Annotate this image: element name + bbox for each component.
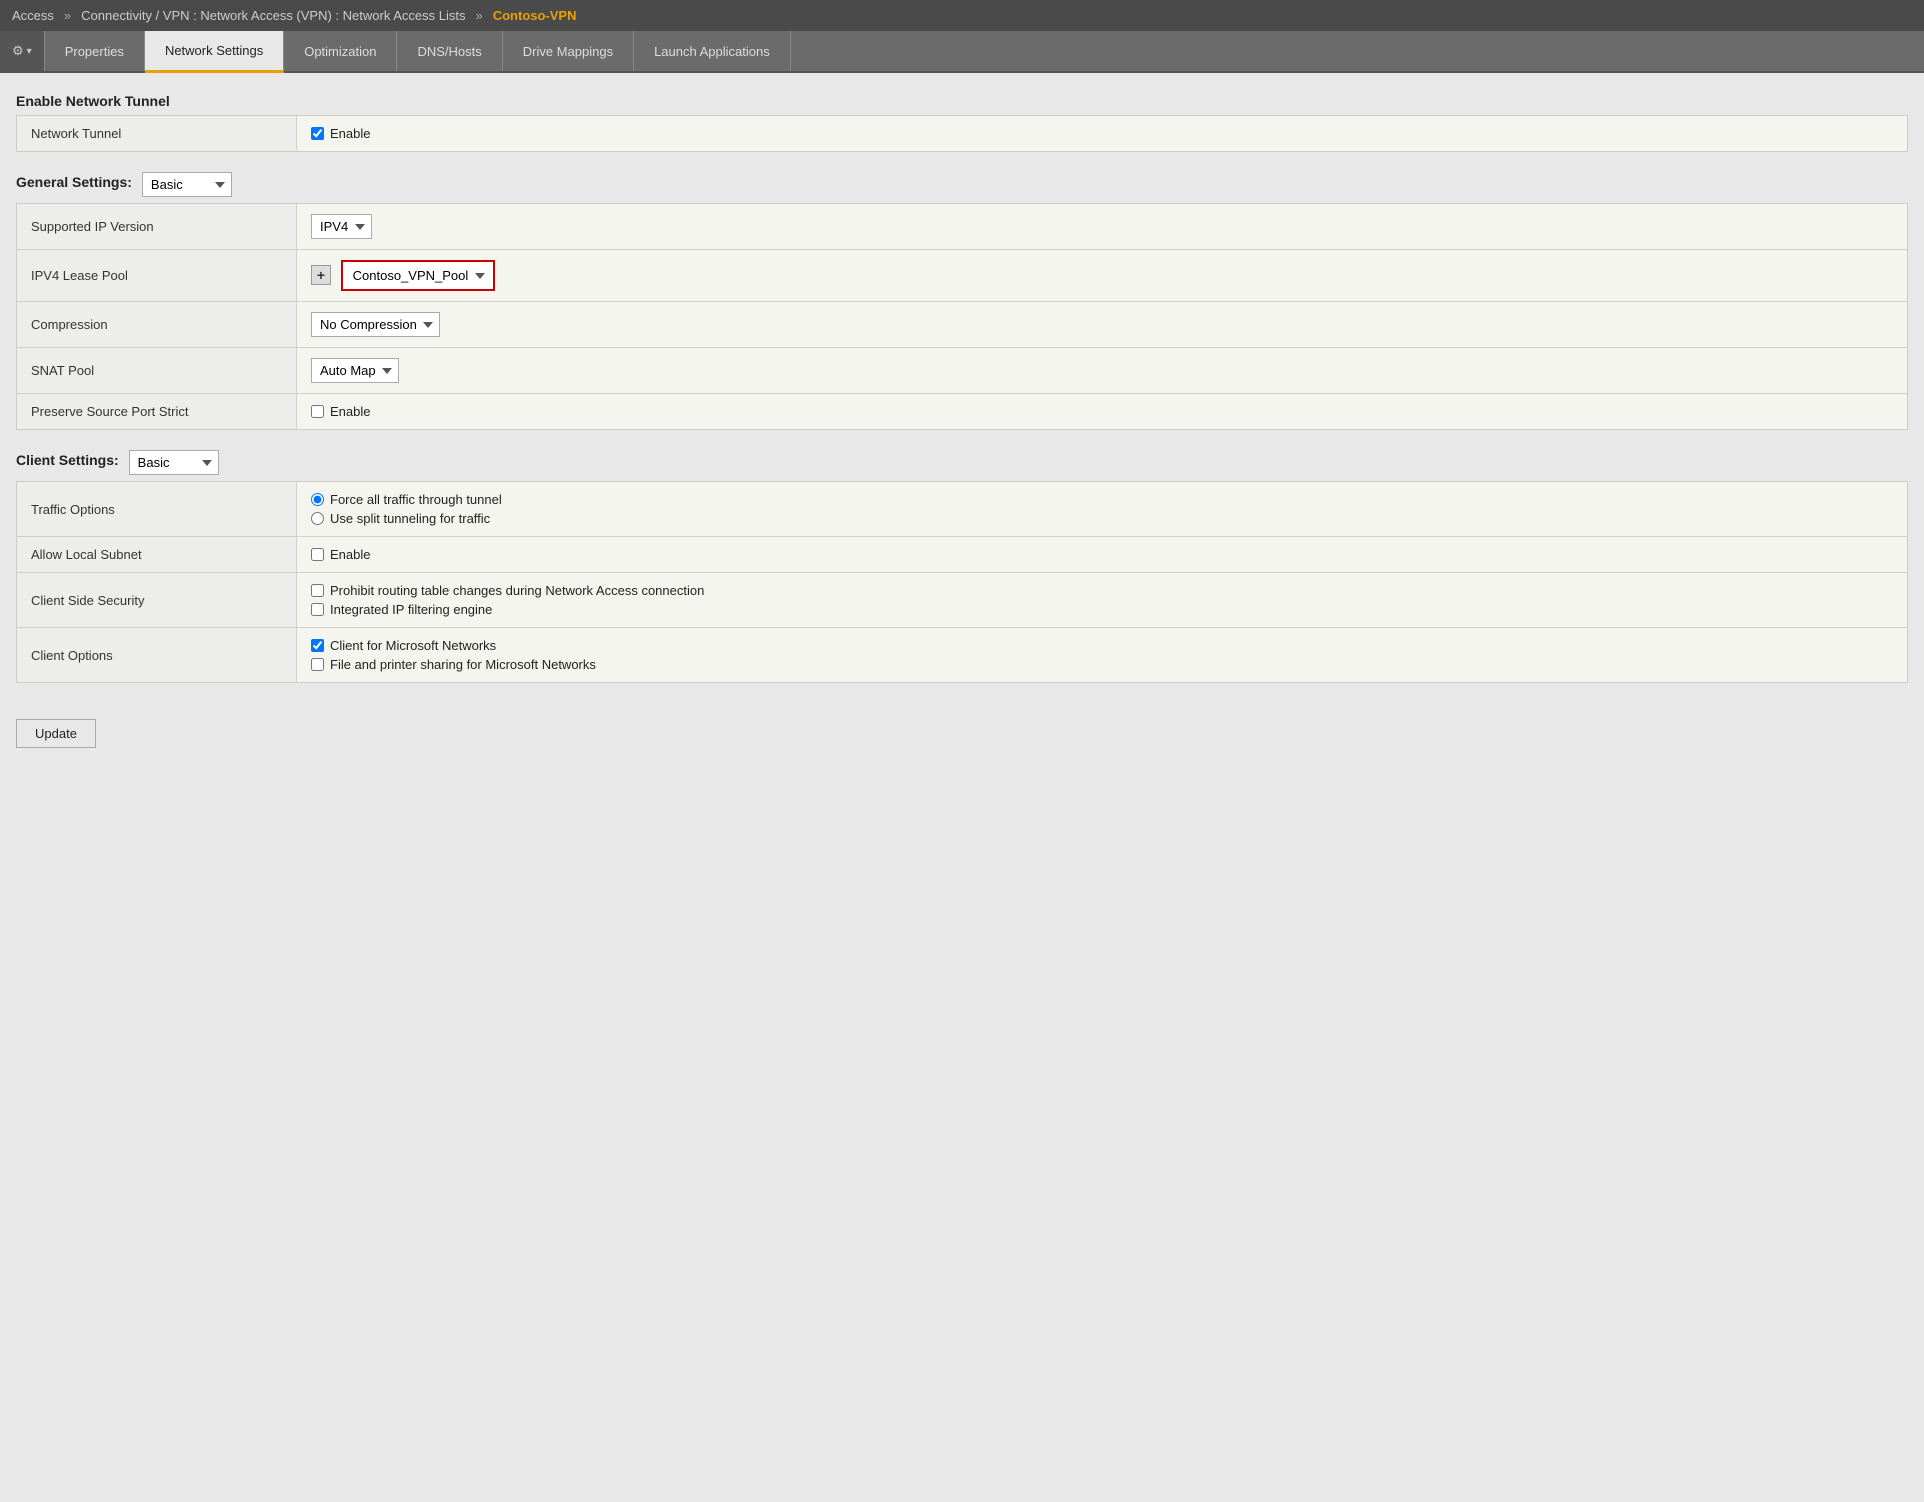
ipv4-lease-pool-label: IPV4 Lease Pool [17, 250, 297, 302]
traffic-options-radio-group: Force all traffic through tunnel Use spl… [311, 492, 1893, 526]
tab-network-settings[interactable]: Network Settings [145, 31, 284, 73]
general-settings-dropdown[interactable]: Basic Advanced [142, 172, 232, 197]
network-tunnel-row: Network Tunnel Enable [17, 116, 1908, 152]
traffic-options-row: Traffic Options Force all traffic throug… [17, 482, 1908, 537]
prohibit-routing-text: Prohibit routing table changes during Ne… [330, 583, 704, 598]
compression-label: Compression [17, 302, 297, 348]
microsoft-networks-checkbox[interactable] [311, 639, 324, 652]
allow-local-subnet-checkbox-label[interactable]: Enable [311, 547, 1893, 562]
traffic-option-split-tunnel-radio[interactable] [311, 512, 324, 525]
preserve-source-port-strict-checkbox-label[interactable]: Enable [311, 404, 1893, 419]
preserve-source-port-strict-checkbox[interactable] [311, 405, 324, 418]
microsoft-networks-text: Client for Microsoft Networks [330, 638, 496, 653]
ip-filtering-checkbox[interactable] [311, 603, 324, 616]
breadcrumb-active: Contoso-VPN [493, 8, 577, 23]
allow-local-subnet-value: Enable [297, 537, 1908, 573]
client-settings-header: Client Settings: Basic Advanced [16, 450, 1908, 475]
traffic-option-force-all-radio[interactable] [311, 493, 324, 506]
client-options-row: Client Options Client for Microsoft Netw… [17, 628, 1908, 683]
general-settings-title: General Settings: [16, 174, 132, 190]
snat-pool-row: SNAT Pool Auto Map Custom [17, 348, 1908, 394]
breadcrumb-sep-1: » [64, 8, 71, 23]
file-printer-checkbox[interactable] [311, 658, 324, 671]
enable-network-tunnel-section: Enable Network Tunnel Network Tunnel Ena… [16, 93, 1908, 152]
tab-dns-hosts[interactable]: DNS/Hosts [397, 31, 502, 71]
main-content: Enable Network Tunnel Network Tunnel Ena… [0, 73, 1924, 768]
prohibit-routing-checkbox[interactable] [311, 584, 324, 597]
traffic-option-force-all[interactable]: Force all traffic through tunnel [311, 492, 1893, 507]
ipv4-lease-pool-add-button[interactable]: + [311, 265, 331, 285]
network-tunnel-checkbox-label[interactable]: Enable [311, 126, 1893, 141]
client-side-security-label: Client Side Security [17, 573, 297, 628]
supported-ip-version-label: Supported IP Version [17, 204, 297, 250]
traffic-option-force-all-text: Force all traffic through tunnel [330, 492, 502, 507]
snat-pool-select[interactable]: Auto Map Custom [311, 358, 399, 383]
supported-ip-version-row: Supported IP Version IPV4 IPV6 Both [17, 204, 1908, 250]
traffic-option-split-tunnel-text: Use split tunneling for traffic [330, 511, 490, 526]
gear-dropdown-arrow: ▾ [27, 46, 32, 57]
client-options-value: Client for Microsoft Networks File and p… [297, 628, 1908, 683]
network-tunnel-checkbox-text: Enable [330, 126, 370, 141]
client-settings-section: Client Settings: Basic Advanced Traffic … [16, 450, 1908, 683]
preserve-source-port-strict-value: Enable [297, 394, 1908, 430]
client-side-security-row: Client Side Security Prohibit routing ta… [17, 573, 1908, 628]
breadcrumb-path: Connectivity / VPN : Network Access (VPN… [81, 8, 465, 23]
traffic-option-split-tunnel[interactable]: Use split tunneling for traffic [311, 511, 1893, 526]
network-tunnel-value: Enable [297, 116, 1908, 152]
client-side-security-prohibit-routing[interactable]: Prohibit routing table changes during Ne… [311, 583, 1893, 598]
ipv4-lease-pool-value: + Contoso_VPN_Pool Other_Pool [297, 250, 1908, 302]
network-tunnel-label: Network Tunnel [17, 116, 297, 152]
update-button[interactable]: Update [16, 719, 96, 748]
enable-network-tunnel-title: Enable Network Tunnel [16, 93, 1908, 109]
ipv4-lease-pool-row: IPV4 Lease Pool + Contoso_VPN_Pool Other… [17, 250, 1908, 302]
supported-ip-version-value: IPV4 IPV6 Both [297, 204, 1908, 250]
tab-optimization[interactable]: Optimization [284, 31, 397, 71]
compression-value: No Compression LZS DEFLATE [297, 302, 1908, 348]
allow-local-subnet-label: Allow Local Subnet [17, 537, 297, 573]
file-printer-text: File and printer sharing for Microsoft N… [330, 657, 596, 672]
enable-network-tunnel-table: Network Tunnel Enable [16, 115, 1908, 152]
preserve-source-port-strict-label: Preserve Source Port Strict [17, 394, 297, 430]
preserve-source-port-strict-row: Preserve Source Port Strict Enable [17, 394, 1908, 430]
client-options-microsoft-networks[interactable]: Client for Microsoft Networks [311, 638, 1893, 653]
snat-pool-label: SNAT Pool [17, 348, 297, 394]
preserve-source-port-strict-text: Enable [330, 404, 370, 419]
breadcrumb-access: Access [12, 8, 54, 23]
client-side-security-group: Prohibit routing table changes during Ne… [311, 583, 1893, 617]
general-settings-header: General Settings: Basic Advanced [16, 172, 1908, 197]
allow-local-subnet-row: Allow Local Subnet Enable [17, 537, 1908, 573]
tab-drive-mappings[interactable]: Drive Mappings [503, 31, 634, 71]
top-nav: Access » Connectivity / VPN : Network Ac… [0, 0, 1924, 31]
tab-bar: ⚙ ▾ Properties Network Settings Optimiza… [0, 31, 1924, 73]
client-settings-table: Traffic Options Force all traffic throug… [16, 481, 1908, 683]
client-side-security-ip-filtering[interactable]: Integrated IP filtering engine [311, 602, 1893, 617]
client-options-file-printer[interactable]: File and printer sharing for Microsoft N… [311, 657, 1893, 672]
client-options-label: Client Options [17, 628, 297, 683]
general-settings-section: General Settings: Basic Advanced Support… [16, 172, 1908, 430]
network-tunnel-checkbox[interactable] [311, 127, 324, 140]
client-settings-dropdown[interactable]: Basic Advanced [129, 450, 219, 475]
snat-pool-value: Auto Map Custom [297, 348, 1908, 394]
gear-icon: ⚙ [12, 43, 24, 59]
compression-row: Compression No Compression LZS DEFLATE [17, 302, 1908, 348]
supported-ip-version-select[interactable]: IPV4 IPV6 Both [311, 214, 372, 239]
allow-local-subnet-text: Enable [330, 547, 370, 562]
tab-gear[interactable]: ⚙ ▾ [0, 31, 45, 71]
breadcrumb-sep-2: » [475, 8, 482, 23]
client-side-security-value: Prohibit routing table changes during Ne… [297, 573, 1908, 628]
tab-launch-applications[interactable]: Launch Applications [634, 31, 791, 71]
tab-properties[interactable]: Properties [45, 31, 145, 71]
ipv4-lease-pool-highlighted-wrapper: Contoso_VPN_Pool Other_Pool [341, 260, 495, 291]
general-settings-table: Supported IP Version IPV4 IPV6 Both IPV4… [16, 203, 1908, 430]
client-settings-title: Client Settings: [16, 452, 119, 468]
traffic-options-value: Force all traffic through tunnel Use spl… [297, 482, 1908, 537]
ipv4-lease-pool-select[interactable]: Contoso_VPN_Pool Other_Pool [345, 264, 491, 287]
traffic-options-label: Traffic Options [17, 482, 297, 537]
client-options-group: Client for Microsoft Networks File and p… [311, 638, 1893, 672]
allow-local-subnet-checkbox[interactable] [311, 548, 324, 561]
compression-select[interactable]: No Compression LZS DEFLATE [311, 312, 440, 337]
ip-filtering-text: Integrated IP filtering engine [330, 602, 492, 617]
